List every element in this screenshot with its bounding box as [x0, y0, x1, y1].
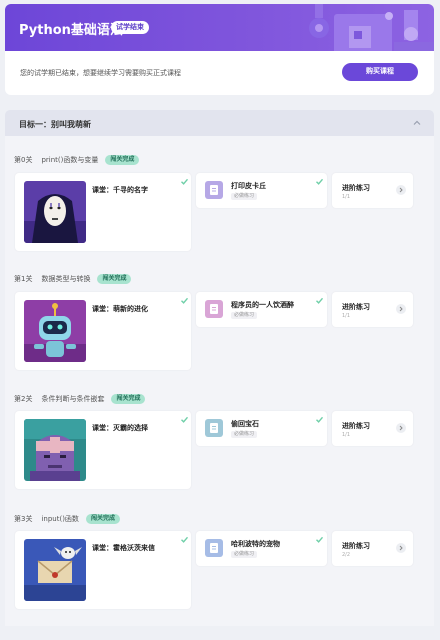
exercise-card[interactable]: 打印皮卡丘 必做练习 — [196, 173, 327, 208]
goal-title: 目标一：别叫我萌新 — [19, 120, 91, 129]
exercise-tag: 必做练习 — [231, 312, 258, 319]
lesson-card[interactable]: 课堂：霍格沃茨来信 — [15, 531, 191, 609]
exercise-title: 程序员的一人饮酒醉 — [231, 301, 294, 309]
check-icon — [316, 536, 324, 543]
chevron-right-icon[interactable] — [396, 543, 406, 553]
trial-ended-badge: 试学结束 — [111, 21, 149, 34]
exercise-card[interactable]: 偷回宝石 必做练习 — [196, 411, 327, 446]
status-badge: 闯关完成 — [97, 274, 132, 284]
exercise-card[interactable]: 程序员的一人饮酒醉 必做练习 — [196, 292, 327, 327]
chevron-up-icon[interactable] — [412, 118, 422, 128]
advanced-count: 1/1 — [342, 194, 351, 200]
advanced-title: 进阶练习 — [342, 542, 370, 550]
robot-illustration — [24, 300, 86, 362]
advanced-title: 进阶练习 — [342, 303, 370, 311]
code-file-icon — [205, 419, 223, 437]
code-file-icon — [205, 181, 223, 199]
advanced-practice-card[interactable]: 进阶练习 1/1 — [332, 173, 413, 208]
status-badge: 闯关完成 — [85, 514, 120, 524]
code-file-icon — [205, 539, 223, 557]
exercise-card[interactable]: 哈利波特的宠物 必做练习 — [196, 531, 327, 566]
check-icon — [181, 536, 189, 543]
lesson-card[interactable]: 课堂：萌新的进化 — [15, 292, 191, 370]
lesson-thumbnail — [24, 300, 86, 362]
level-name: 数据类型与转换 — [41, 275, 91, 283]
chevron-right-icon[interactable] — [396, 423, 406, 433]
advanced-title: 进阶练习 — [342, 422, 370, 430]
code-file-icon — [205, 300, 223, 318]
advanced-count: 2/2 — [342, 552, 351, 558]
level-header: 第2关 条件判断与条件嵌套 闯关完成 — [14, 393, 146, 405]
exercise-title: 偷回宝石 — [231, 420, 259, 428]
level-header: 第0关 print()函数与变量 闯关完成 — [14, 154, 140, 166]
status-badge: 闯关完成 — [111, 394, 146, 404]
level-header: 第3关 input()函数 闯关完成 — [14, 513, 120, 525]
thanos-illustration — [24, 419, 86, 481]
level-name: 条件判断与条件嵌套 — [41, 395, 105, 403]
exercise-tag: 必做练习 — [231, 193, 258, 200]
level-number: 第2关 — [14, 395, 33, 403]
level-number: 第3关 — [14, 515, 33, 523]
lesson-thumbnail — [24, 419, 86, 481]
check-icon — [316, 178, 324, 185]
advanced-practice-card[interactable]: 进阶练习 1/1 — [332, 292, 413, 327]
no-face-illustration — [24, 181, 86, 243]
trial-notice-text: 您的试学期已结束，想要继续学习需要购买正式课程 — [20, 69, 181, 77]
level-number: 第1关 — [14, 275, 33, 283]
check-icon — [181, 297, 189, 304]
advanced-count: 1/1 — [342, 313, 351, 319]
level-number: 第0关 — [14, 156, 33, 164]
chevron-right-icon[interactable] — [396, 185, 406, 195]
exercise-tag: 必做练习 — [231, 431, 258, 438]
exercise-title: 哈利波特的宠物 — [231, 540, 280, 548]
trial-notice: 您的试学期已结束，想要继续学习需要购买正式课程 购买课程 — [5, 51, 434, 95]
level-name: print()函数与变量 — [41, 156, 99, 164]
header-decoration-illustration — [309, 4, 434, 51]
exercise-title: 打印皮卡丘 — [231, 182, 266, 190]
lesson-title: 课堂：霍格沃茨来信 — [92, 544, 155, 552]
lesson-card[interactable]: 课堂：灭霸的选择 — [15, 411, 191, 489]
course-header: Python基础语法 试学结束 — [5, 4, 434, 51]
check-icon — [316, 416, 324, 423]
exercise-tag: 必做练习 — [231, 551, 258, 558]
level-name: input()函数 — [41, 515, 79, 523]
check-icon — [181, 416, 189, 423]
goal-section-header[interactable]: 目标一：别叫我萌新 — [5, 110, 434, 136]
owl-letter-illustration — [24, 539, 86, 601]
lesson-card[interactable]: 课堂：千寻的名字 — [15, 173, 191, 251]
lesson-title: 课堂：千寻的名字 — [92, 186, 148, 194]
lesson-thumbnail — [24, 539, 86, 601]
lesson-title: 课堂：萌新的进化 — [92, 305, 148, 313]
advanced-practice-card[interactable]: 进阶练习 2/2 — [332, 531, 413, 566]
course-title: Python基础语法 — [19, 23, 123, 38]
lesson-title: 课堂：灭霸的选择 — [92, 424, 148, 432]
chevron-right-icon[interactable] — [396, 304, 406, 314]
level-header: 第1关 数据类型与转换 闯关完成 — [14, 273, 132, 285]
lesson-thumbnail — [24, 181, 86, 243]
check-icon — [316, 297, 324, 304]
check-icon — [181, 178, 189, 185]
status-badge: 闯关完成 — [105, 155, 140, 165]
advanced-practice-card[interactable]: 进阶练习 1/1 — [332, 411, 413, 446]
advanced-count: 1/1 — [342, 432, 351, 438]
advanced-title: 进阶练习 — [342, 184, 370, 192]
buy-course-button[interactable]: 购买课程 — [342, 63, 418, 81]
